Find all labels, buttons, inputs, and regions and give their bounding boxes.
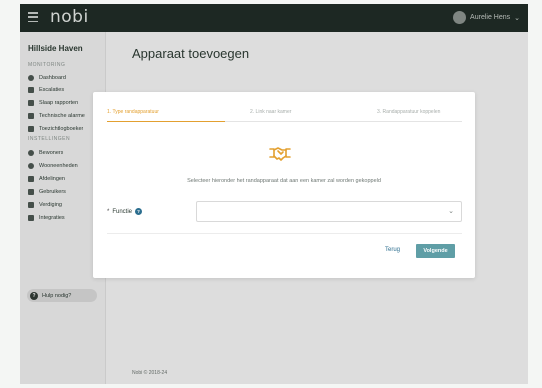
info-icon[interactable]: ?	[135, 208, 143, 215]
functie-label: Functie	[112, 208, 133, 215]
step-link-naar-kamer: 2. Link naar kamer	[250, 109, 292, 115]
stepper: 1. Type randapparatuur 2. Link naar kame…	[107, 106, 462, 122]
modal-divider	[107, 233, 462, 234]
app-window: nobi Aurelie Hens ⌄ Hillside Haven MONIT…	[20, 4, 528, 384]
chevron-down-icon: ⌄	[448, 208, 454, 215]
step-randapparatuur-koppelen: 3. Randapparatuur koppelen	[377, 109, 441, 115]
active-step-indicator	[107, 120, 225, 122]
add-device-modal: 1. Type randapparatuur 2. Link naar kame…	[93, 92, 475, 278]
handshake-icon	[269, 147, 291, 161]
next-button[interactable]: Volgende	[416, 244, 455, 258]
modal-instruction: Selecteer hieronder het randapparaat dat…	[187, 178, 381, 184]
functie-field-label: * Functie ?	[107, 208, 143, 215]
required-mark: *	[107, 208, 110, 215]
functie-select[interactable]: ⌄	[196, 201, 462, 222]
back-button[interactable]: Terug	[385, 247, 400, 253]
step-type-randapparatuur: 1. Type randapparatuur	[107, 109, 159, 115]
